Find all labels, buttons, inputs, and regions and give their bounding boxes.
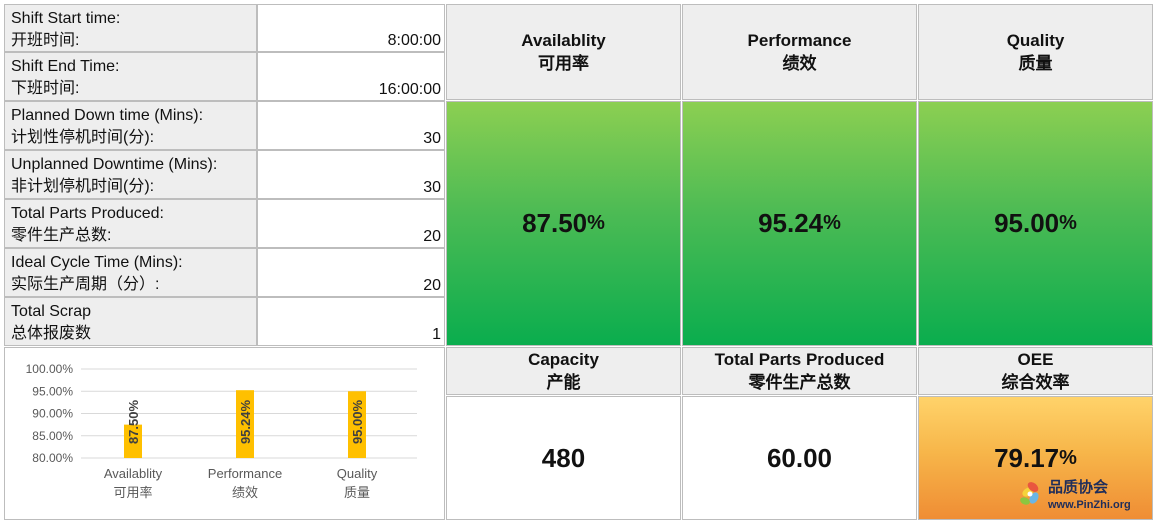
y-tick-label: 80.00% bbox=[32, 451, 73, 465]
total-parts-label: Total Parts Produced: 零件生产总数: bbox=[4, 199, 257, 248]
flower-icon bbox=[1020, 482, 1039, 505]
y-tick-label: 90.00% bbox=[32, 407, 73, 421]
pinzhi-logo: 品质协会 www.PinZhi.org bbox=[1020, 478, 1131, 511]
label-cn: 实际生产周期（分）: bbox=[11, 276, 160, 293]
total-parts-input[interactable]: 20 bbox=[257, 199, 445, 248]
x-tick-label-cn: 质量 bbox=[344, 485, 370, 500]
shift-end-label: Shift End Time: 下班时间: bbox=[4, 52, 257, 101]
label-cn: 开班时间: bbox=[11, 32, 80, 49]
data-label: 87.50% bbox=[126, 400, 141, 445]
value: 20 bbox=[423, 277, 441, 294]
planned-down-label: Planned Down time (Mins): 计划性停机时间(分): bbox=[4, 101, 257, 150]
header-en: Capacity bbox=[528, 350, 599, 369]
data-label: 95.24% bbox=[238, 400, 253, 445]
oee-header: OEE 综合效率 bbox=[918, 347, 1153, 395]
x-tick-label: Quality bbox=[337, 466, 378, 481]
ideal-cycle-label: Ideal Cycle Time (Mins): 实际生产周期（分）: bbox=[4, 248, 257, 297]
header-cn: 综合效率 bbox=[1001, 373, 1070, 392]
header-en: OEE bbox=[1017, 350, 1054, 369]
capacity-value: 480 bbox=[446, 396, 681, 520]
value: 8:00:00 bbox=[387, 32, 441, 49]
label-en: Shift End Time: bbox=[11, 58, 120, 75]
availability-header: Availablity 可用率 bbox=[446, 4, 681, 100]
performance-value: 95.24% bbox=[682, 101, 917, 346]
header-cn: 绩效 bbox=[782, 54, 817, 73]
x-tick-label: Availablity bbox=[104, 466, 163, 481]
value: 30 bbox=[423, 179, 441, 196]
value-number: 95.00 bbox=[994, 208, 1060, 238]
label-cn: 非计划停机时间(分): bbox=[11, 178, 155, 195]
value: 1 bbox=[432, 326, 441, 343]
x-tick-label-cn: 可用率 bbox=[113, 485, 152, 500]
header-cn: 零件生产总数 bbox=[748, 373, 851, 392]
header-cn: 产能 bbox=[546, 373, 581, 392]
label-en: Total Parts Produced: bbox=[11, 205, 164, 222]
value-number: 60.00 bbox=[766, 442, 833, 473]
ideal-cycle-input[interactable]: 20 bbox=[257, 248, 445, 297]
value: 16:00:00 bbox=[378, 81, 441, 98]
total-parts-produced-header: Total Parts Produced 零件生产总数 bbox=[682, 347, 917, 395]
header-en: Quality bbox=[1006, 31, 1065, 50]
value-number: 95.24 bbox=[758, 208, 824, 238]
performance-header: Performance 绩效 bbox=[682, 4, 917, 100]
total-scrap-input[interactable]: 1 bbox=[257, 297, 445, 346]
total-scrap-label: Total Scrap 总体报废数 bbox=[4, 297, 257, 346]
y-tick-label: 85.00% bbox=[32, 429, 73, 443]
value-unit: % bbox=[587, 212, 605, 234]
value-unit: % bbox=[1059, 212, 1077, 234]
header-en: Performance bbox=[747, 31, 852, 50]
value-unit: % bbox=[823, 212, 841, 234]
label-cn: 零件生产总数: bbox=[11, 227, 112, 244]
x-tick-label-cn: 绩效 bbox=[232, 485, 258, 500]
value-number: 79.17 bbox=[994, 442, 1060, 473]
value: 20 bbox=[423, 228, 441, 245]
value: 30 bbox=[423, 130, 441, 147]
value-unit: % bbox=[1059, 446, 1077, 469]
bar-chart: 80.00% 85.00% 90.00% 95.00% 100.00% 87.50% Ava… bbox=[26, 362, 417, 500]
value-number: 480 bbox=[541, 442, 586, 473]
oee-value: 79.17% 品质协会 www.PinZhi.org bbox=[918, 396, 1153, 520]
shift-end-input[interactable]: 16:00:00 bbox=[257, 52, 445, 101]
shift-start-input[interactable]: 8:00:00 bbox=[257, 4, 445, 52]
label-en: Unplanned Downtime (Mins): bbox=[11, 156, 218, 173]
label-cn: 总体报废数 bbox=[11, 325, 92, 342]
label-en: Shift Start time: bbox=[11, 10, 121, 27]
x-tick-label: Performance bbox=[208, 466, 282, 481]
header-en: Availablity bbox=[521, 31, 606, 50]
quality-value: 95.00% bbox=[918, 101, 1153, 346]
planned-down-input[interactable]: 30 bbox=[257, 101, 445, 150]
header-cn: 质量 bbox=[1018, 54, 1053, 73]
availability-value: 87.50% bbox=[446, 101, 681, 346]
logo-text-cn: 品质协会 bbox=[1048, 478, 1108, 496]
shift-start-label: Shift Start time: 开班时间: bbox=[4, 4, 257, 52]
capacity-header: Capacity 产能 bbox=[446, 347, 681, 395]
unplanned-down-label: Unplanned Downtime (Mins): 非计划停机时间(分): bbox=[4, 150, 257, 199]
y-tick-label: 100.00% bbox=[26, 362, 74, 376]
label-en: Planned Down time (Mins): bbox=[11, 107, 204, 124]
y-tick-label: 95.00% bbox=[32, 384, 73, 398]
bar-chart-panel: 80.00% 85.00% 90.00% 95.00% 100.00% 87.50% Ava… bbox=[4, 347, 445, 520]
header-en: Total Parts Produced bbox=[714, 350, 885, 369]
label-en: Total Scrap bbox=[11, 303, 92, 320]
logo-text-url: www.PinZhi.org bbox=[1047, 499, 1131, 511]
value-number: 87.50 bbox=[522, 208, 588, 238]
label-cn: 计划性停机时间(分): bbox=[11, 129, 155, 146]
header-cn: 可用率 bbox=[538, 54, 589, 73]
unplanned-down-input[interactable]: 30 bbox=[257, 150, 445, 199]
total-parts-produced-value: 60.00 bbox=[682, 396, 917, 520]
label-cn: 下班时间: bbox=[11, 80, 80, 97]
data-label: 95.00% bbox=[350, 400, 365, 445]
quality-header: Quality 质量 bbox=[918, 4, 1153, 100]
label-en: Ideal Cycle Time (Mins): bbox=[11, 254, 183, 271]
